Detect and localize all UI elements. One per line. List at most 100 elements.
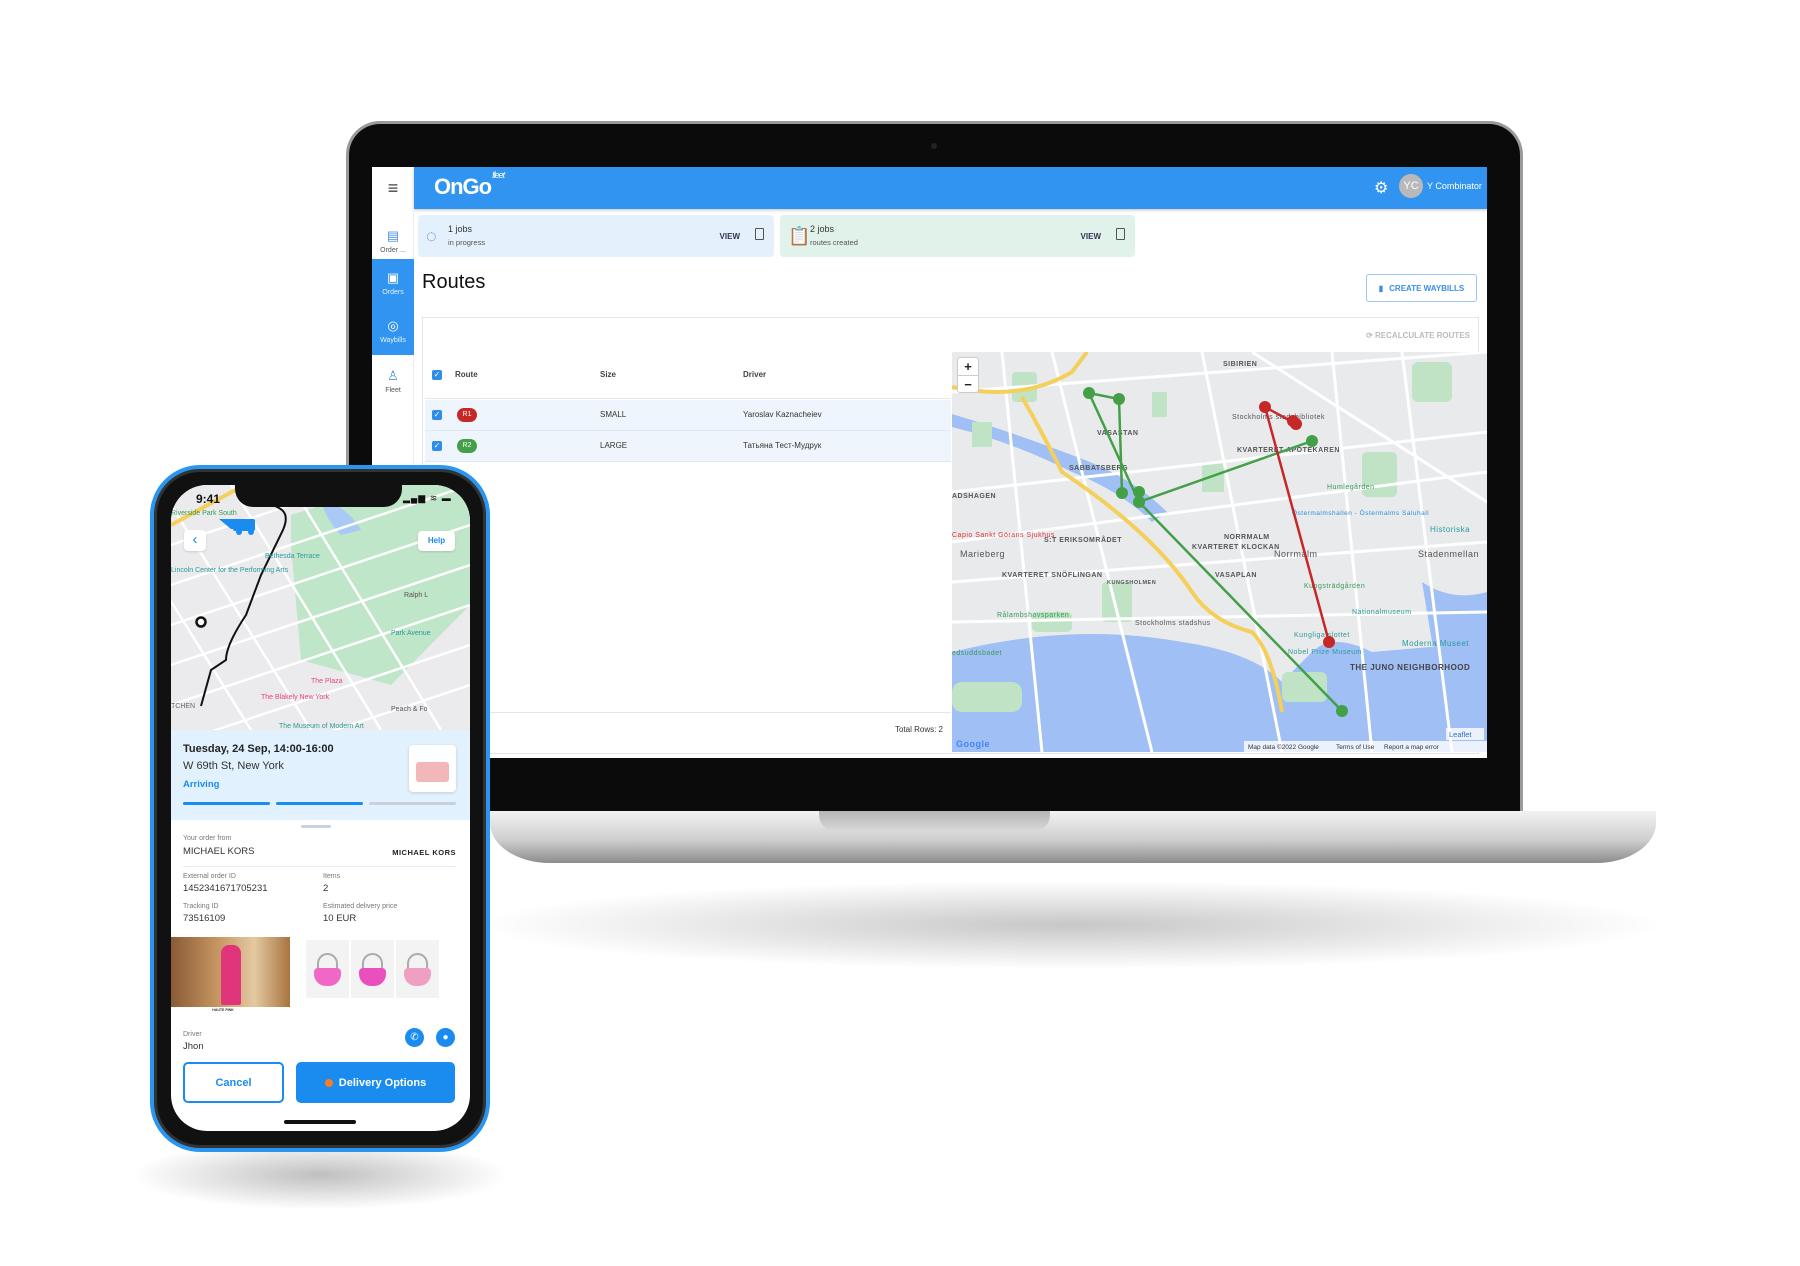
sidebar-item-waybills[interactable]: ◎ Waybills	[372, 307, 414, 355]
report-link[interactable]: Report a map error	[1384, 744, 1440, 751]
sheet-handle[interactable]	[301, 825, 331, 828]
hamburger-icon[interactable]: ≡	[372, 167, 414, 209]
map-label: Humlegården	[1327, 483, 1375, 491]
table-row[interactable]: ✓ R1 SMALL Yaroslav Kaznacheiev	[425, 400, 951, 431]
row-checkbox[interactable]: ✓	[432, 441, 442, 451]
column-driver[interactable]: Driver	[743, 370, 766, 379]
map-label: edsuddsbadet	[952, 650, 1002, 657]
column-size[interactable]: Size	[600, 370, 616, 379]
driver-name: Jhon	[183, 1041, 204, 1052]
row-checkbox[interactable]: ✓	[432, 410, 442, 420]
sidebar-item-fleet[interactable]: ♙ Fleet	[372, 357, 414, 405]
table-header: ✓ Route Size Driver	[425, 353, 951, 399]
promo-photo	[171, 937, 290, 1007]
product-thumbnail	[409, 745, 456, 792]
signal-wifi-battery-icon: ▂▄▆ ≋ ▬	[403, 493, 452, 503]
status-dot-icon	[324, 1078, 333, 1087]
map-label: Nationalmuseum	[1352, 609, 1412, 616]
top-bar: OnGofleet ⚙ YC Y Combinator	[414, 167, 1487, 209]
size-cell: LARGE	[600, 441, 628, 450]
map-label: The Museum of Modern Art	[279, 723, 364, 730]
product-image[interactable]	[306, 940, 349, 998]
status-time: 9:41	[196, 492, 221, 506]
map-label: The Blakely New York	[261, 694, 330, 701]
sidebar-item-label: Fleet	[385, 387, 401, 394]
map-label: Lincoln Center for the Performing Arts	[171, 567, 289, 574]
product-image[interactable]	[351, 940, 394, 998]
button-label: RECALCULATE ROUTES	[1375, 331, 1470, 340]
sidebar-item-label: Waybills	[380, 337, 406, 344]
zoom-out-button[interactable]: −	[958, 376, 978, 393]
map-label: Historiska	[1430, 525, 1470, 534]
table-row[interactable]: ✓ R2 LARGE Татьяна Тест-Мудрук	[425, 431, 951, 462]
zoom-in-button[interactable]: +	[958, 358, 978, 376]
card-subtitle: routes created	[810, 238, 858, 247]
laptop-base	[490, 811, 1656, 863]
map-label: The Plaza	[311, 678, 343, 685]
delivery-info: Tuesday, 24 Sep, 14:00-16:00 W 69th St, …	[171, 730, 470, 820]
order-from-value: MICHAEL KORS	[183, 846, 255, 857]
map-zoom-control: + −	[957, 357, 979, 393]
phone-map: Riverside Park South Lincoln Center for …	[171, 485, 470, 730]
map-label: Riverside Park South	[171, 510, 237, 517]
copy-icon[interactable]	[1116, 228, 1125, 240]
document-icon: ▮	[1378, 283, 1384, 293]
map-attribution: Map data ©2022 Google	[1248, 743, 1319, 751]
routes-map[interactable]: SIBIRIEN VASASTAN SABBATSBERG KVARTERET …	[952, 352, 1487, 752]
recalculate-routes-button[interactable]: ⟳ RECALCULATE ROUTES	[1366, 331, 1470, 340]
cancel-button[interactable]: Cancel	[183, 1062, 284, 1103]
map-label: Stockholms stadshus	[1135, 620, 1211, 627]
route-badge: R1	[457, 408, 477, 422]
phone-notch	[235, 485, 402, 507]
avatar[interactable]: YC	[1399, 174, 1423, 198]
chat-bubble-icon[interactable]: ●	[436, 1028, 455, 1047]
sidebar-item-label: Orders	[382, 289, 404, 296]
map-label: Kungliga slottet	[1294, 632, 1350, 639]
gear-icon[interactable]: ⚙	[1374, 178, 1388, 198]
map-label: VASASTAN	[1097, 430, 1138, 437]
order-icon: ▤	[386, 228, 400, 243]
logo[interactable]: OnGofleet	[434, 170, 505, 200]
home-indicator[interactable]	[284, 1120, 356, 1124]
laptop-camera	[931, 143, 937, 149]
routes-created-card[interactable]: 📋 2 jobs routes created VIEW	[780, 215, 1135, 257]
column-route[interactable]: Route	[455, 370, 478, 379]
map-label: KUNGSHOLMEN	[1107, 580, 1156, 586]
view-button[interactable]: VIEW	[720, 232, 740, 241]
create-waybills-button[interactable]: ▮ CREATE WAYBILLS	[1366, 274, 1477, 302]
route-badge: R2	[457, 439, 477, 453]
select-all-checkbox[interactable]: ✓	[432, 370, 442, 380]
leaflet-link[interactable]: Leaflet	[1449, 730, 1472, 739]
map-label: KVARTERET KLOCKAN	[1192, 544, 1280, 551]
driver-cell: Татьяна Тест-Мудрук	[743, 441, 822, 450]
terms-link[interactable]: Terms of Use	[1336, 744, 1375, 751]
progress-step	[369, 802, 456, 805]
map-label: ADSHAGEN	[952, 493, 996, 500]
map-label: S:T ERIKSOMRÅDET	[1044, 535, 1122, 544]
price-label: Estimated delivery price	[323, 903, 398, 910]
map-label: NORRMALM	[1224, 534, 1270, 541]
divider	[183, 866, 456, 867]
button-label: CREATE WAYBILLS	[1389, 283, 1465, 293]
phone-call-icon[interactable]: ✆	[405, 1028, 424, 1047]
back-chevron-icon[interactable]: ‹	[184, 530, 206, 551]
delivery-options-button[interactable]: Delivery Options	[296, 1062, 455, 1103]
laptop-shadow	[470, 880, 1670, 970]
origin-pin	[195, 616, 207, 628]
external-id-value: 1452341671705231	[183, 883, 268, 894]
button-label: Delivery Options	[338, 1076, 427, 1089]
copy-icon[interactable]	[755, 228, 764, 240]
jobs-in-progress-card[interactable]: ◌ 1 jobs in progress VIEW	[418, 215, 774, 257]
sidebar-item-order[interactable]: ▤ Order ...	[372, 217, 414, 265]
map-label: Marieberg	[960, 549, 1005, 559]
help-button[interactable]: Help	[418, 531, 455, 551]
view-button[interactable]: VIEW	[1081, 232, 1101, 241]
tracking-value: 73516109	[183, 913, 226, 924]
user-name[interactable]: Y Combinator	[1427, 181, 1482, 191]
product-image[interactable]	[396, 940, 439, 998]
sidebar-item-orders[interactable]: ▣ Orders	[372, 259, 414, 307]
driver-cell: Yaroslav Kaznacheiev	[743, 410, 822, 419]
map-label: Bethesda Terrace	[265, 553, 320, 560]
tracking-label: Tracking ID	[183, 903, 219, 910]
laptop-base-notch	[819, 811, 1050, 831]
